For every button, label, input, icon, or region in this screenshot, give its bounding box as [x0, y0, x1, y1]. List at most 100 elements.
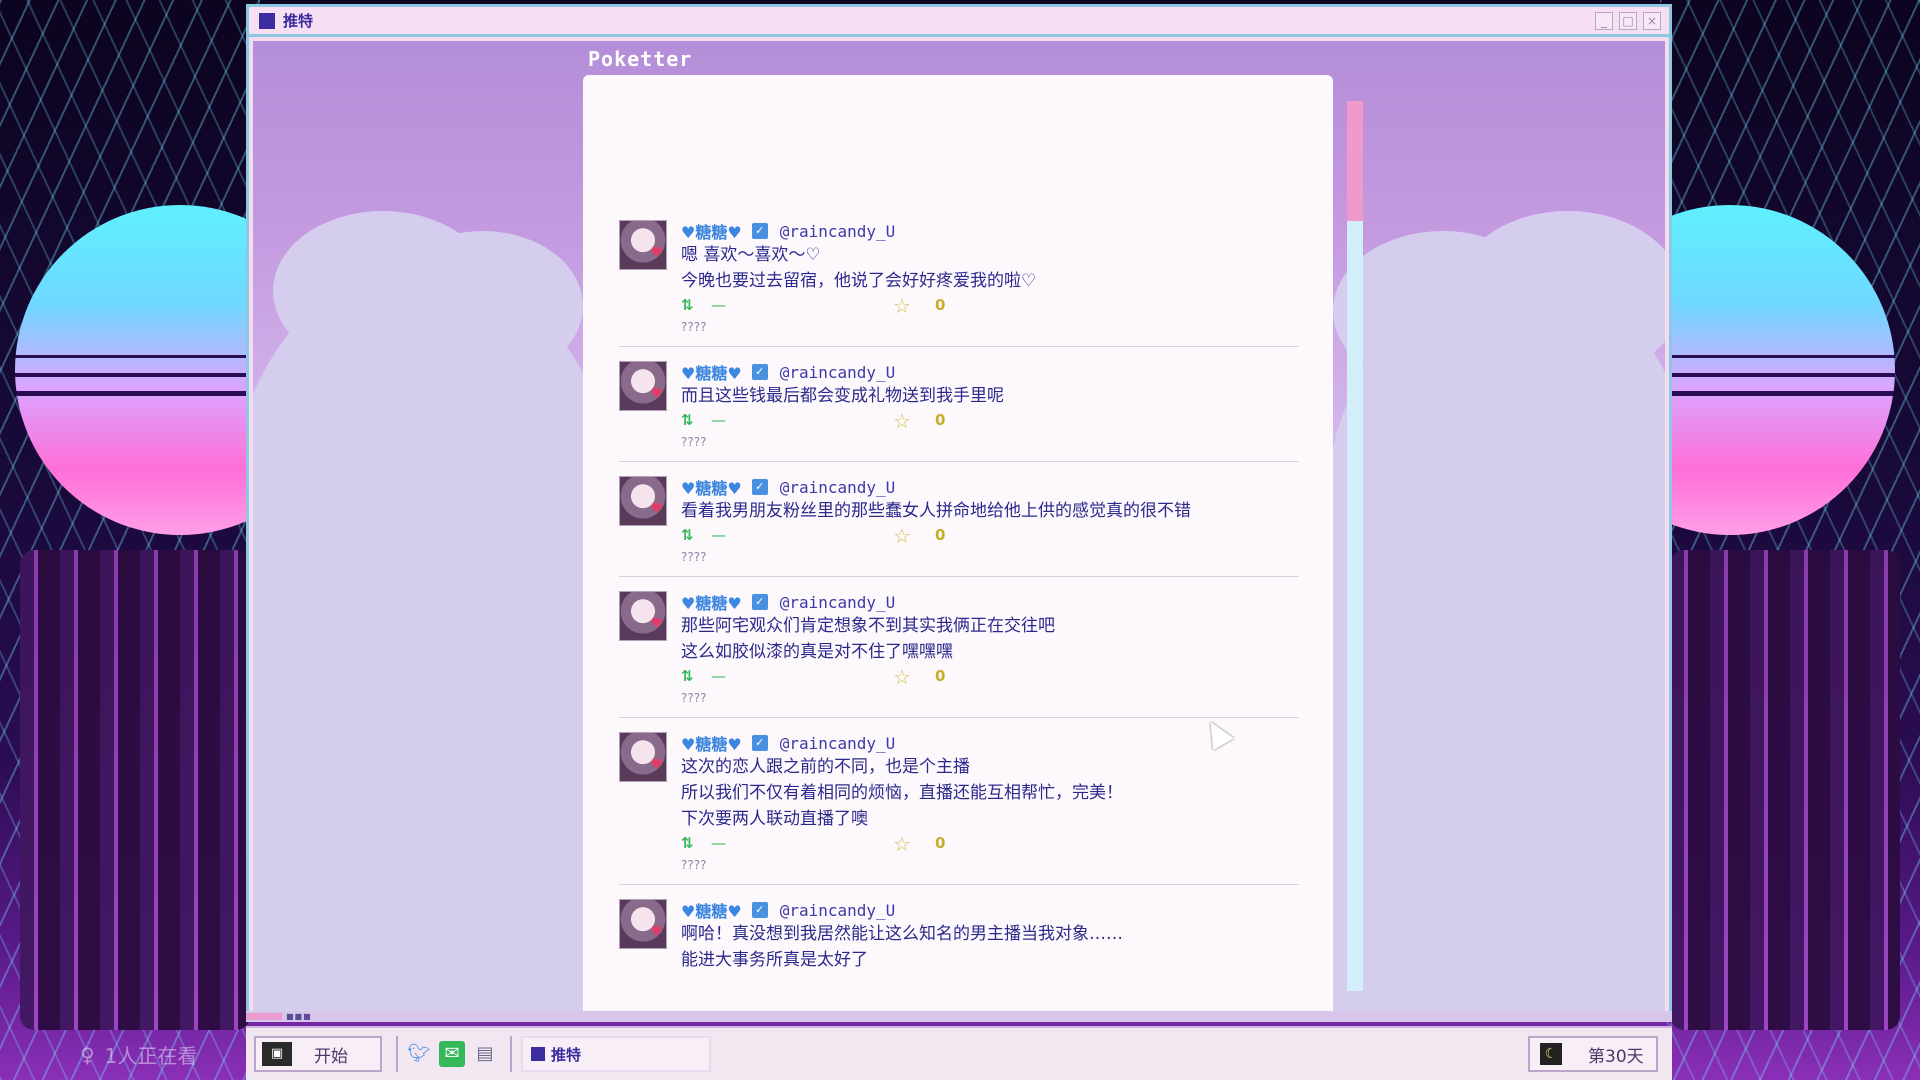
status-strip-accent: [246, 1013, 282, 1020]
bird-icon[interactable]: 🐦︎: [406, 1041, 432, 1067]
post-header: ♥糖糖♥ ✓ @raincandy_U: [681, 360, 1299, 384]
post-text: 所以我们不仅有着相同的烦恼，直播还能互相帮忙，完美！: [681, 783, 1123, 803]
post-actions: ⇅ — ☆ 0: [681, 294, 1299, 318]
star-icon[interactable]: ☆: [893, 832, 911, 856]
post-header: ♥糖糖♥ ✓ @raincandy_U: [681, 475, 1299, 499]
post-handle[interactable]: @raincandy_U: [780, 593, 896, 612]
retweet-icon[interactable]: ⇅: [681, 667, 694, 685]
post-feed: ♥糖糖♥ ✓ @raincandy_U 嗯 喜欢～喜欢～♡ 今晚也要过去留宿，他…: [619, 220, 1299, 999]
monitor-icon[interactable]: ▤: [472, 1041, 498, 1067]
post-handle[interactable]: @raincandy_U: [780, 478, 896, 497]
desktop: 推特 _ □ × Poketter ♥糖糖♥: [0, 0, 1920, 1080]
retweet-count: —: [711, 411, 726, 429]
viewer-count-label: 1人正在看: [104, 1044, 198, 1068]
post-item[interactable]: ♥糖糖♥ ✓ @raincandy_U 啊哈！真没想到我居然能让这么知名的男主播…: [619, 899, 1299, 985]
post-timestamp: ????: [681, 435, 707, 449]
post-timestamp: ????: [681, 691, 707, 705]
day-counter: ☾ 第30天: [1528, 1036, 1658, 1072]
star-icon[interactable]: ☆: [893, 524, 911, 548]
cloud-decoration: [1313, 281, 1665, 1012]
moon-icon: ☾: [1540, 1043, 1562, 1065]
post-username[interactable]: ♥糖糖♥: [681, 360, 742, 384]
chat-icon[interactable]: ✉: [439, 1041, 465, 1067]
task-app-icon: [531, 1047, 545, 1061]
like-count: 0: [935, 834, 946, 852]
taskbar-window-button[interactable]: 推特: [521, 1036, 711, 1072]
minimize-button[interactable]: _: [1595, 12, 1613, 30]
status-strip-dots-icon: ■■■: [286, 1012, 312, 1021]
window-controls: _ □ ×: [1595, 12, 1661, 30]
verified-icon: ✓: [751, 364, 768, 380]
app-window: 推特 _ □ × Poketter ♥糖糖♥: [246, 4, 1672, 1022]
post-username[interactable]: ♥糖糖♥: [681, 731, 742, 755]
maximize-button[interactable]: □: [1619, 12, 1637, 30]
retweet-icon[interactable]: ⇅: [681, 296, 694, 314]
post-text: 今晚也要过去留宿，他说了会好好疼爱我的啦♡: [681, 271, 1037, 291]
day-label: 第30天: [1588, 1046, 1644, 1067]
timeline-scrollbar[interactable]: [1347, 101, 1363, 991]
scrollbar-thumb[interactable]: [1347, 101, 1363, 221]
like-count: 0: [935, 526, 946, 544]
post-text: 那些阿宅观众们肯定想象不到其实我俩正在交往吧: [681, 616, 1055, 636]
window-client-area: Poketter ♥糖糖♥ ✓ @raincandy_U 嗯 喜欢～喜欢～♡ 今…: [253, 41, 1665, 1012]
post-handle[interactable]: @raincandy_U: [780, 363, 896, 382]
close-button[interactable]: ×: [1643, 12, 1661, 30]
post-actions: ⇅ — ☆ 0: [681, 665, 1299, 689]
like-count: 0: [935, 296, 946, 314]
star-icon[interactable]: ☆: [893, 294, 911, 318]
avatar[interactable]: [619, 220, 667, 270]
post-header: ♥糖糖♥ ✓ @raincandy_U: [681, 898, 1299, 922]
post-text: 嗯 喜欢～喜欢～♡: [681, 245, 821, 265]
retweet-count: —: [711, 296, 726, 314]
post-item[interactable]: ♥糖糖♥ ✓ @raincandy_U 而且这些钱最后都会变成礼物送到我手里呢 …: [619, 361, 1299, 462]
retweet-count: —: [711, 834, 726, 852]
post-handle[interactable]: @raincandy_U: [780, 901, 896, 920]
post-text: 看着我男朋友粉丝里的那些蠢女人拼命地给他上供的感觉真的很不错: [681, 501, 1191, 521]
post-item[interactable]: ♥糖糖♥ ✓ @raincandy_U 嗯 喜欢～喜欢～♡ 今晚也要过去留宿，他…: [619, 220, 1299, 347]
retweet-icon[interactable]: ⇅: [681, 411, 694, 429]
star-icon[interactable]: ☆: [893, 409, 911, 433]
post-username[interactable]: ♥糖糖♥: [681, 590, 742, 614]
avatar[interactable]: [619, 732, 667, 782]
timeline-panel[interactable]: ♥糖糖♥ ✓ @raincandy_U 嗯 喜欢～喜欢～♡ 今晚也要过去留宿，他…: [583, 75, 1333, 1012]
retweet-count: —: [711, 526, 726, 544]
retweet-count: —: [711, 667, 726, 685]
post-text: 能进大事务所真是太好了: [681, 950, 868, 970]
start-label: 开始: [314, 1046, 348, 1067]
post-actions: ⇅ — ☆ 0: [681, 409, 1299, 433]
like-count: 0: [935, 667, 946, 685]
like-count: 0: [935, 411, 946, 429]
app-title: Poketter: [588, 47, 693, 71]
post-header: ♥糖糖♥ ✓ @raincandy_U: [681, 590, 1299, 614]
avatar[interactable]: [619, 899, 667, 949]
verified-icon: ✓: [751, 735, 768, 751]
post-text: 而且这些钱最后都会变成礼物送到我手里呢: [681, 386, 1004, 406]
task-label: 推特: [551, 1045, 582, 1064]
window-status-strip: ■■■: [246, 1011, 1672, 1022]
viewer-count-overlay: ♀ 1人正在看: [80, 1040, 197, 1069]
post-username[interactable]: ♥糖糖♥: [681, 898, 742, 922]
avatar[interactable]: [619, 361, 667, 411]
star-icon[interactable]: ☆: [893, 665, 911, 689]
post-handle[interactable]: @raincandy_U: [780, 734, 896, 753]
post-username[interactable]: ♥糖糖♥: [681, 475, 742, 499]
post-item[interactable]: ♥糖糖♥ ✓ @raincandy_U 这次的恋人跟之前的不同，也是个主播 所以…: [619, 732, 1299, 885]
post-text: 这次的恋人跟之前的不同，也是个主播: [681, 757, 970, 777]
verified-icon: ✓: [751, 223, 768, 239]
post-timestamp: ????: [681, 858, 707, 872]
post-text: 这么如胶似漆的真是对不住了嘿嘿嘿: [681, 642, 953, 662]
avatar[interactable]: [619, 476, 667, 526]
post-item[interactable]: ♥糖糖♥ ✓ @raincandy_U 看着我男朋友粉丝里的那些蠢女人拼命地给他…: [619, 476, 1299, 577]
start-button[interactable]: ▣ 开始: [254, 1036, 382, 1072]
post-handle[interactable]: @raincandy_U: [780, 222, 896, 241]
retweet-icon[interactable]: ⇅: [681, 834, 694, 852]
verified-icon: ✓: [751, 479, 768, 495]
taskbar-separator: [510, 1036, 512, 1072]
post-item[interactable]: ♥糖糖♥ ✓ @raincandy_U 那些阿宅观众们肯定想象不到其实我俩正在交…: [619, 591, 1299, 718]
post-timestamp: ????: [681, 550, 707, 564]
post-header: ♥糖糖♥ ✓ @raincandy_U: [681, 219, 1299, 243]
post-username[interactable]: ♥糖糖♥: [681, 219, 742, 243]
window-titlebar[interactable]: 推特 _ □ ×: [249, 7, 1669, 37]
avatar[interactable]: [619, 591, 667, 641]
retweet-icon[interactable]: ⇅: [681, 526, 694, 544]
